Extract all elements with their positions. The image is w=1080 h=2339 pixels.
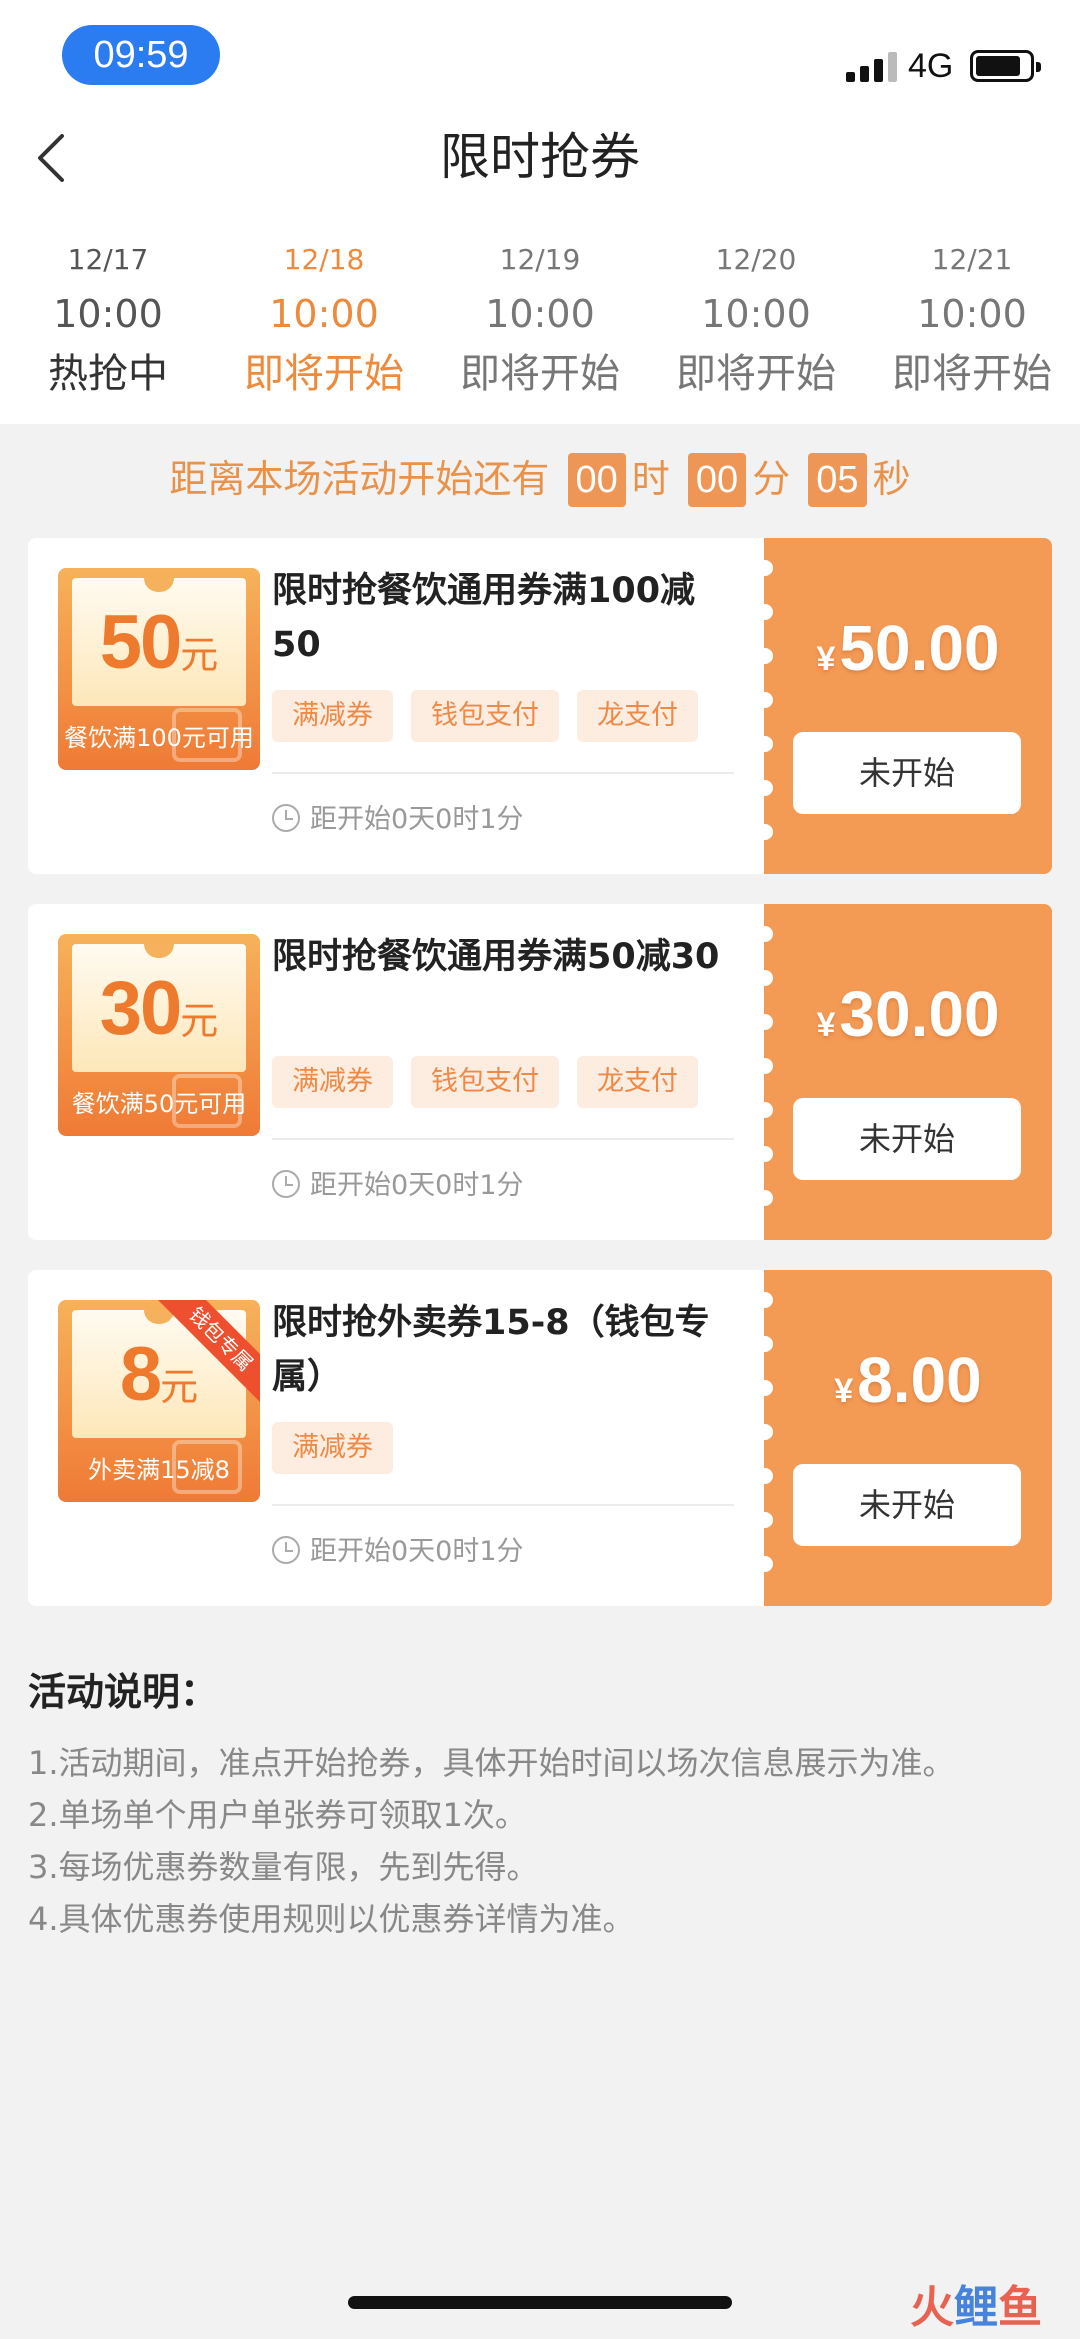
coupon-tags: 满减券 钱包支付 龙支付 xyxy=(272,690,716,742)
session-tab-1219[interactable]: 12/19 10:00 即将开始 xyxy=(432,238,648,402)
divider xyxy=(272,772,734,774)
price-value: 8.00 xyxy=(857,1344,982,1416)
session-date: 12/17 xyxy=(67,243,149,276)
coupon-price-panel xyxy=(764,1270,1052,1606)
session-tab-1221[interactable]: 12/21 10:00 即将开始 xyxy=(864,238,1080,402)
thumb-unit: 元 xyxy=(160,1367,199,1409)
price-value: 50.00 xyxy=(839,612,1000,684)
battery-icon xyxy=(970,50,1041,82)
thumb-condition: 外卖满15减8 xyxy=(88,1456,230,1484)
start-countdown: 距开始0天0时1分 xyxy=(272,1532,524,1572)
coupon-price-panel xyxy=(764,904,1052,1240)
session-status: 热抢中 xyxy=(48,351,168,397)
coupon-tag: 满减券 xyxy=(272,690,393,742)
page-title: 限时抢券 xyxy=(440,128,640,186)
not-started-button[interactable]: 未开始 xyxy=(793,1464,1021,1546)
coupon-price: ¥50.00 xyxy=(764,608,1052,699)
session-status: 即将开始 xyxy=(676,351,836,397)
countdown-minutes: 00 xyxy=(687,453,747,507)
countdown-seconds-unit: 秒 xyxy=(872,457,911,501)
price-value: 30.00 xyxy=(839,978,1000,1050)
session-time: 10:00 xyxy=(917,292,1027,336)
coupon-tag: 龙支付 xyxy=(577,1056,698,1108)
session-tabs: 12/17 10:00 热抢中 12/18 10:00 即将开始 12/19 1… xyxy=(0,238,1080,408)
signal-icon xyxy=(846,50,898,82)
coupon-tag: 满减券 xyxy=(272,1422,393,1474)
rule-item: 4.具体优惠券使用规则以优惠券详情为准。 xyxy=(28,1900,635,1938)
thumb-amount: 50 xyxy=(99,600,183,685)
coupon-tag: 满减券 xyxy=(272,1056,393,1108)
countdown-hours-unit: 时 xyxy=(631,457,670,501)
coupon-title: 限时抢餐饮通用券满50减30 xyxy=(272,937,720,977)
thumb-condition: 餐饮满50元可用 xyxy=(71,1090,247,1118)
thumb-unit: 元 xyxy=(180,1001,219,1043)
status-bar: 09:59 4G xyxy=(0,0,1080,110)
coupon-card[interactable]: 50元 餐饮满100元可用 限时抢餐饮通用券满100减50 满减券 钱包支付 龙… xyxy=(28,538,1052,874)
currency-symbol: ¥ xyxy=(834,1372,854,1410)
clock-icon xyxy=(272,1536,300,1564)
coupon-title: 限时抢外卖券15-8（钱包专属） xyxy=(272,1303,710,1397)
thumb-amount: 30 xyxy=(99,966,183,1051)
coupon-card[interactable]: 30元 餐饮满50元可用 限时抢餐饮通用券满50减30 满减券 钱包支付 龙支付… xyxy=(28,904,1052,1240)
currency-symbol: ¥ xyxy=(816,640,836,678)
session-time: 10:00 xyxy=(269,292,379,336)
session-date: 12/18 xyxy=(283,243,365,276)
currency-symbol: ¥ xyxy=(816,1006,836,1044)
coupon-tags: 满减券 钱包支付 龙支付 xyxy=(272,1056,716,1108)
countdown-label: 距离本场活动开始还有 xyxy=(169,457,550,501)
thumb-amount: 8 xyxy=(119,1332,162,1417)
session-date: 12/21 xyxy=(931,243,1013,276)
session-status: 即将开始 xyxy=(460,351,620,397)
session-tab-1220[interactable]: 12/20 10:00 即将开始 xyxy=(648,238,864,402)
coupon-price-panel xyxy=(764,538,1052,874)
divider xyxy=(272,1504,734,1506)
watermark: 火鲤鱼 xyxy=(910,2282,1042,2333)
session-date: 12/20 xyxy=(715,243,797,276)
start-countdown: 距开始0天0时1分 xyxy=(272,1166,524,1206)
home-indicator[interactable] xyxy=(348,2296,732,2309)
session-time: 10:00 xyxy=(701,292,811,336)
countdown: 距离本场活动开始还有 00 时 00 分 05 秒 xyxy=(0,452,1080,507)
countdown-hours: 00 xyxy=(567,453,626,507)
session-tab-1217[interactable]: 12/17 10:00 热抢中 xyxy=(0,238,216,402)
coupon-tags: 满减券 xyxy=(272,1422,411,1474)
session-time: 10:00 xyxy=(485,292,595,336)
coupon-title: 限时抢餐饮通用券满100减50 xyxy=(272,571,696,665)
session-time: 10:00 xyxy=(53,292,163,336)
coupon-thumbnail: 30元 餐饮满50元可用 xyxy=(58,934,260,1136)
start-countdown-text: 距开始0天0时1分 xyxy=(310,1170,524,1201)
coupon-thumbnail: 50元 餐饮满100元可用 xyxy=(58,568,260,770)
coupon-tag: 钱包支付 xyxy=(411,1056,559,1108)
session-status: 即将开始 xyxy=(892,351,1052,397)
clock-icon xyxy=(272,804,300,832)
not-started-button[interactable]: 未开始 xyxy=(793,732,1021,814)
thumb-condition: 餐饮满100元可用 xyxy=(64,724,254,752)
session-status: 即将开始 xyxy=(244,351,404,397)
divider xyxy=(272,1138,734,1140)
rules-title: 活动说明： xyxy=(28,1670,219,1714)
rule-item: 2.单场单个用户单张券可领取1次。 xyxy=(28,1796,527,1834)
start-countdown: 距开始0天0时1分 xyxy=(272,800,524,840)
session-tab-1218[interactable]: 12/18 10:00 即将开始 xyxy=(216,238,432,402)
coupon-card[interactable]: 8元 外卖满15减8 钱包专属 限时抢外卖券15-8（钱包专属） 满减券 距开始… xyxy=(28,1270,1052,1606)
not-started-button[interactable]: 未开始 xyxy=(793,1098,1021,1180)
network-type: 4G xyxy=(908,47,954,85)
rule-item: 3.每场优惠券数量有限，先到先得。 xyxy=(28,1848,539,1886)
countdown-minutes-unit: 分 xyxy=(752,457,791,501)
coupon-tag: 龙支付 xyxy=(577,690,698,742)
start-countdown-text: 距开始0天0时1分 xyxy=(310,804,524,835)
clock-icon xyxy=(272,1170,300,1198)
status-time: 09:59 xyxy=(62,25,220,85)
countdown-seconds: 05 xyxy=(808,453,867,507)
session-date: 12/19 xyxy=(499,243,581,276)
rule-item: 1.活动期间，准点开始抢券，具体开始时间以场次信息展示为准。 xyxy=(28,1744,955,1782)
start-countdown-text: 距开始0天0时1分 xyxy=(310,1536,524,1567)
thumb-unit: 元 xyxy=(180,635,219,677)
coupon-price: ¥8.00 xyxy=(764,1340,1052,1431)
coupon-tag: 钱包支付 xyxy=(411,690,559,742)
coupon-price: ¥30.00 xyxy=(764,974,1052,1065)
coupon-thumbnail: 8元 外卖满15减8 钱包专属 xyxy=(58,1300,260,1502)
